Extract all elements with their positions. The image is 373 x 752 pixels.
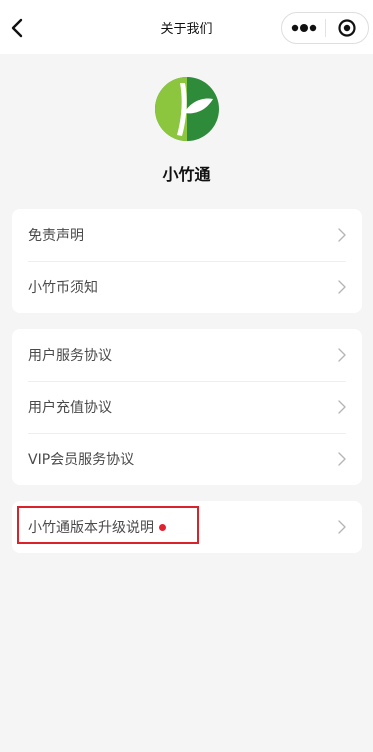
chevron-right-icon: [338, 452, 346, 466]
settings-group-2: 用户服务协议 用户充值协议 VIP会员服务协议: [12, 329, 362, 485]
settings-group-3: 小竹通版本升级说明: [12, 501, 362, 553]
navigation-bar: 关于我们: [0, 0, 373, 54]
more-button[interactable]: [282, 13, 325, 43]
chevron-right-icon: [338, 280, 346, 294]
chevron-right-icon: [338, 400, 346, 414]
chevron-right-icon: [338, 520, 346, 534]
app-name: 小竹通: [162, 165, 211, 184]
settings-group-1: 免责声明 小竹币须知: [12, 209, 362, 313]
capsule-menu: [281, 12, 369, 44]
list-item-user-service-agreement[interactable]: 用户服务协议: [12, 329, 362, 381]
list-item-coin-notice[interactable]: 小竹币须知: [12, 261, 362, 313]
list-item-label: 小竹通版本升级说明: [28, 520, 154, 536]
app-logo: [155, 77, 219, 141]
list-item-vip-agreement[interactable]: VIP会员服务协议: [12, 433, 362, 485]
list-item-version-notes[interactable]: 小竹通版本升级说明: [12, 501, 362, 553]
more-dots-icon: [291, 24, 316, 32]
target-circle-icon: [338, 19, 356, 37]
list-item-disclaimer[interactable]: 免责声明: [12, 209, 362, 261]
list-item-label: VIP会员服务协议: [28, 452, 135, 468]
chevron-right-icon: [338, 228, 346, 242]
list-item-recharge-agreement[interactable]: 用户充值协议: [12, 381, 362, 433]
list-item-label: 用户服务协议: [28, 348, 112, 364]
list-item-label: 小竹币须知: [28, 280, 98, 296]
list-item-label: 用户充值协议: [28, 400, 112, 416]
close-button[interactable]: [326, 13, 368, 43]
chevron-right-icon: [338, 348, 346, 362]
list-item-label: 免责声明: [28, 228, 84, 244]
new-badge-dot: [159, 523, 166, 531]
